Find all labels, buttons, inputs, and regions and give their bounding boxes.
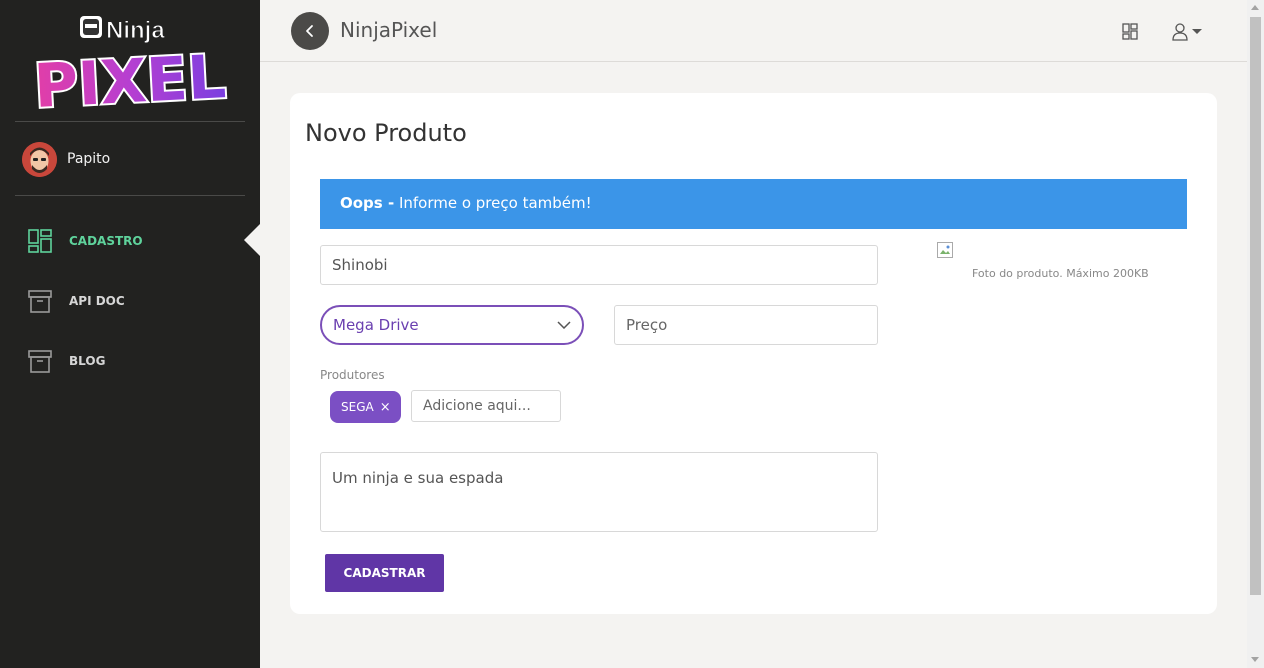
dashboard-icon bbox=[28, 229, 52, 253]
page-title: Novo Produto bbox=[305, 119, 467, 147]
product-form-card: Novo Produto Oops - Informe o preço tamb… bbox=[290, 93, 1217, 614]
caret-down-icon bbox=[1192, 29, 1202, 34]
producers-label: Produtores bbox=[320, 368, 385, 382]
alert-strong: Oops - bbox=[340, 194, 395, 212]
price-input[interactable]: Preço bbox=[614, 305, 878, 345]
logo-top-text: Ninja bbox=[106, 17, 165, 44]
description-textarea[interactable]: Um ninja e sua espada bbox=[320, 452, 878, 532]
user-name: Papito bbox=[67, 151, 111, 167]
tag-label: SEGA bbox=[341, 400, 374, 414]
scroll-thumb[interactable] bbox=[1250, 17, 1261, 595]
sidebar-item-cadastro[interactable]: CADASTRO bbox=[27, 227, 143, 255]
chevron-down-icon bbox=[557, 321, 571, 329]
tag-remove-icon[interactable]: × bbox=[380, 400, 391, 415]
sidebar-item-blog[interactable]: BLOG bbox=[27, 347, 105, 375]
photo-caption: Foto do produto. Máximo 200KB bbox=[972, 267, 1149, 280]
chevron-left-icon bbox=[306, 25, 313, 37]
description-value: Um ninja e sua espada bbox=[332, 469, 504, 487]
user-profile: Papito bbox=[22, 141, 111, 177]
scroll-down-arrow[interactable] bbox=[1251, 657, 1259, 662]
app-title: NinjaPixel bbox=[340, 18, 438, 42]
logo-bottom-text: PIXEL bbox=[32, 42, 227, 110]
sidebar-item-label: API DOC bbox=[69, 294, 125, 308]
dashboard-icon[interactable] bbox=[1122, 23, 1138, 40]
price-placeholder: Preço bbox=[626, 316, 668, 334]
archive-icon bbox=[28, 290, 52, 313]
sidebar-item-label: BLOG bbox=[69, 354, 106, 368]
user-icon bbox=[1172, 23, 1188, 41]
error-alert: Oops - Informe o preço também! bbox=[320, 179, 1187, 229]
archive-icon bbox=[28, 350, 52, 373]
back-button[interactable] bbox=[291, 12, 329, 50]
ninjapixel-logo: Ninja PIXEL bbox=[30, 16, 230, 110]
topbar: NinjaPixel bbox=[260, 0, 1247, 62]
product-name-value: Shinobi bbox=[332, 256, 388, 274]
sidebar-item-api-doc[interactable]: API DOC bbox=[27, 287, 125, 315]
product-name-input[interactable]: Shinobi bbox=[320, 245, 878, 285]
active-nav-pointer bbox=[244, 224, 260, 256]
scrollbar[interactable] bbox=[1247, 0, 1264, 668]
category-select[interactable]: Mega Drive bbox=[320, 305, 584, 345]
submit-button[interactable]: CADASTRAR bbox=[325, 554, 444, 592]
sidebar-divider bbox=[15, 195, 245, 196]
avatar bbox=[22, 141, 57, 177]
sidebar-divider bbox=[15, 121, 245, 122]
category-selected-value: Mega Drive bbox=[333, 316, 419, 334]
sidebar: Ninja PIXEL Papito CADASTRO API DOC BLOG bbox=[0, 0, 260, 668]
user-menu-button[interactable] bbox=[1172, 22, 1204, 42]
sidebar-item-label: CADASTRO bbox=[69, 234, 143, 248]
submit-label: CADASTRAR bbox=[343, 566, 426, 580]
scroll-up-arrow[interactable] bbox=[1251, 5, 1259, 10]
alert-message: Informe o preço também! bbox=[394, 194, 592, 212]
broken-image-icon[interactable] bbox=[937, 242, 953, 258]
producer-tag: SEGA × bbox=[330, 391, 401, 423]
tag-input-placeholder: Adicione aqui... bbox=[423, 398, 531, 414]
producer-tag-input[interactable]: Adicione aqui... bbox=[411, 390, 561, 422]
